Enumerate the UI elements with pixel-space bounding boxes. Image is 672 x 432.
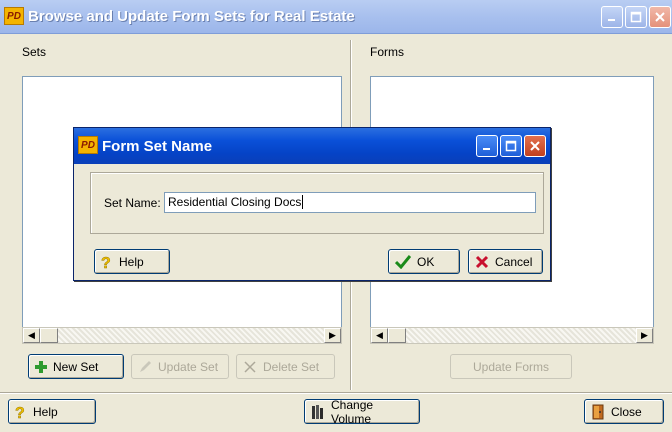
change-volume-button[interactable]: Change Volume [304,397,420,426]
dialog-title: Form Set Name [102,138,213,155]
bottom-separator [0,392,672,394]
delete-set-button[interactable]: Delete Set [236,354,335,379]
close-label: Close [611,404,642,419]
checkmark-icon [395,254,411,269]
question-mark-icon: ? [101,254,113,270]
red-x-icon [475,255,489,269]
minimize-icon [482,141,492,151]
maximize-icon [505,140,517,152]
cancel-label: Cancel [495,254,533,269]
scroll-thumb[interactable] [40,328,58,343]
maximize-button[interactable] [625,6,647,28]
forms-label: Forms [370,45,404,59]
maximize-icon [630,11,642,23]
window-title: Browse and Update Form Sets for Real Est… [28,8,355,25]
scroll-left-button[interactable]: ◀ [23,328,40,343]
plus-icon [35,360,47,373]
pencil-icon [138,360,152,374]
dialog-maximize-button[interactable] [500,135,522,157]
books-icon [311,404,325,420]
dialog-logo-icon: PD [78,136,98,154]
scroll-right-button[interactable]: ▶ [636,328,653,343]
left-arrow-icon: ◀ [376,330,383,340]
scroll-track[interactable] [406,328,636,343]
delete-set-label: Delete Set [263,359,320,374]
forms-hscrollbar[interactable]: ◀ ▶ [370,327,654,344]
door-icon [591,404,605,420]
new-set-label: New Set [53,359,99,374]
dialog-close-button[interactable] [524,135,546,157]
svg-text:?: ? [15,405,25,420]
close-icon [654,11,666,23]
set-name-value: Residential Closing Docs [168,195,302,209]
right-arrow-icon: ▶ [329,330,336,340]
close-window-button[interactable] [649,6,671,28]
set-name-input[interactable]: Residential Closing Docs [164,192,536,213]
question-mark-icon: ? [15,404,27,420]
update-set-label: Update Set [158,359,219,374]
dialog-help-button[interactable]: ? Help [94,249,170,274]
dialog-help-label: Help [119,254,144,269]
help-label: Help [33,404,58,419]
sets-hscrollbar[interactable]: ◀ ▶ [22,327,342,344]
update-set-button[interactable]: Update Set [131,354,229,379]
app-logo-icon: PD [4,7,24,25]
set-name-label: Set Name: [104,196,161,210]
text-caret [302,195,304,209]
ok-label: OK [417,254,435,269]
help-button[interactable]: ? Help [8,399,96,424]
ok-button[interactable]: OK [388,249,460,274]
minimize-icon [607,12,617,22]
right-arrow-icon: ▶ [641,330,648,340]
scroll-thumb[interactable] [388,328,406,343]
sets-label: Sets [22,45,46,59]
sets-label-text: Sets [22,45,47,59]
left-arrow-icon: ◀ [28,330,35,340]
forms-label-text: Forms [370,45,404,59]
change-volume-label: Change Volume [331,397,374,426]
update-forms-button[interactable]: Update Forms [450,354,572,379]
scroll-right-button[interactable]: ▶ [324,328,341,343]
scroll-track[interactable] [58,328,324,343]
update-forms-label: Update Forms [472,359,550,374]
close-button[interactable]: Close [584,399,664,424]
new-set-button[interactable]: New Set [28,354,124,379]
logo-text: PD [7,10,21,22]
dialog-logo-text: PD [81,139,95,151]
minimize-button[interactable] [601,6,623,28]
dialog-minimize-button[interactable] [476,135,498,157]
scroll-left-button[interactable]: ◀ [371,328,388,343]
svg-text:?: ? [101,255,111,270]
close-icon [529,140,541,152]
cancel-button[interactable]: Cancel [468,249,543,274]
x-icon [243,360,257,374]
form-set-name-dialog: PD Form Set Name Set Name: Residential C… [73,127,551,281]
